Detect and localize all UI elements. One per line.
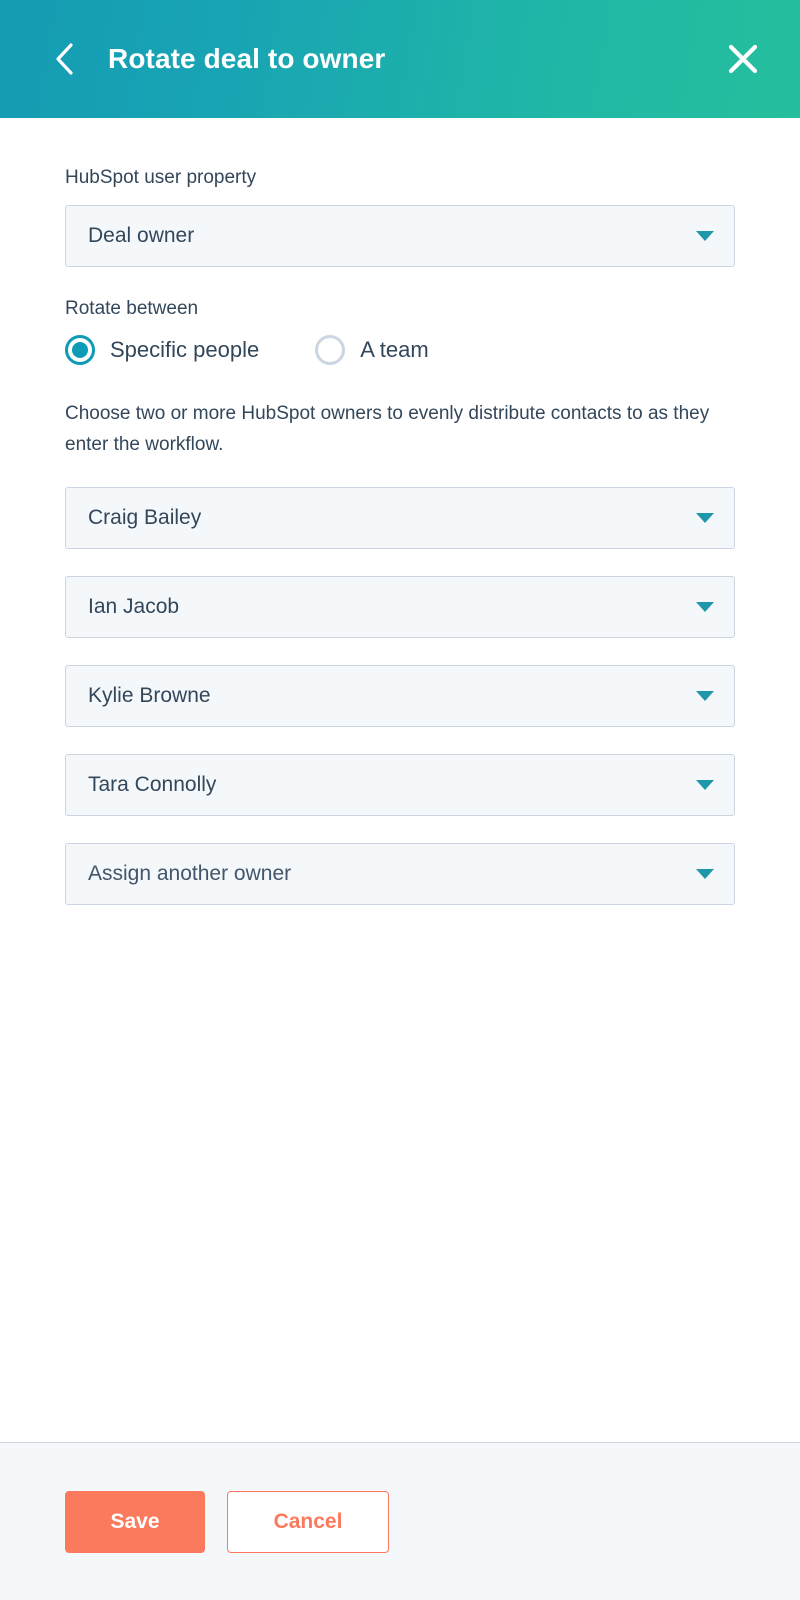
assign-another-owner-select[interactable]: Assign another owner bbox=[65, 842, 735, 905]
radio-label-a-team: A team bbox=[360, 337, 429, 363]
owner-select-value: Kylie Browne bbox=[88, 684, 211, 708]
caret-down-icon bbox=[696, 601, 714, 612]
rotate-between-label: Rotate between bbox=[65, 297, 199, 319]
owner-row: Tara Connolly bbox=[65, 753, 735, 816]
hubspot-user-property-label: HubSpot user property bbox=[65, 167, 257, 188]
panel-body: HubSpot user property Deal owner Rotate … bbox=[0, 118, 800, 1442]
back-button[interactable] bbox=[42, 37, 86, 81]
radio-mark-icon bbox=[315, 335, 346, 366]
close-x-icon bbox=[726, 42, 760, 76]
caret-down-icon bbox=[696, 868, 714, 879]
caret-down-icon bbox=[696, 779, 714, 790]
rotate-deal-to-owner-panel: Rotate deal to owner HubSpot user proper… bbox=[0, 0, 800, 1600]
owner-select-1[interactable]: Craig Bailey bbox=[65, 486, 735, 549]
owner-row: Kylie Browne bbox=[65, 664, 735, 727]
close-button[interactable] bbox=[720, 36, 766, 82]
radio-label-specific-people: Specific people bbox=[110, 337, 260, 363]
owner-select-3[interactable]: Kylie Browne bbox=[65, 664, 735, 727]
hubspot-user-property-select[interactable]: Deal owner bbox=[65, 204, 735, 267]
caret-down-icon bbox=[696, 512, 714, 523]
owner-select-2[interactable]: Ian Jacob bbox=[65, 575, 735, 638]
owner-select-value: Ian Jacob bbox=[88, 595, 180, 619]
panel-footer: Save Cancel bbox=[0, 1442, 800, 1600]
owner-select-value: Tara Connolly bbox=[88, 773, 217, 797]
rotate-between-radio-group: Specific people A team bbox=[65, 335, 735, 366]
radio-dot bbox=[72, 342, 88, 359]
owner-row: Assign another owner bbox=[65, 842, 735, 905]
chevron-left-icon bbox=[53, 42, 75, 76]
owner-select-value: Craig Bailey bbox=[88, 506, 202, 530]
cancel-button[interactable]: Cancel bbox=[227, 1490, 389, 1553]
owner-row: Ian Jacob bbox=[65, 575, 735, 638]
owners-helper-text: Choose two or more HubSpot owners to eve… bbox=[65, 403, 710, 456]
save-button[interactable]: Save bbox=[65, 1490, 205, 1553]
radio-option-a-team[interactable]: A team bbox=[315, 335, 429, 366]
radio-mark-icon bbox=[65, 335, 95, 366]
owner-row: Craig Bailey bbox=[65, 486, 735, 549]
radio-dot bbox=[322, 342, 338, 358]
caret-down-icon bbox=[696, 690, 714, 701]
caret-down-icon bbox=[696, 230, 714, 241]
owner-select-list: Craig Bailey Ian Jacob Kylie Browne Tara… bbox=[65, 486, 735, 905]
owner-select-4[interactable]: Tara Connolly bbox=[65, 753, 735, 816]
panel-header: Rotate deal to owner bbox=[0, 0, 800, 118]
hubspot-user-property-value: Deal owner bbox=[88, 224, 195, 248]
panel-title: Rotate deal to owner bbox=[108, 42, 386, 74]
radio-option-specific-people[interactable]: Specific people bbox=[65, 335, 260, 366]
owner-select-value: Assign another owner bbox=[88, 862, 292, 886]
